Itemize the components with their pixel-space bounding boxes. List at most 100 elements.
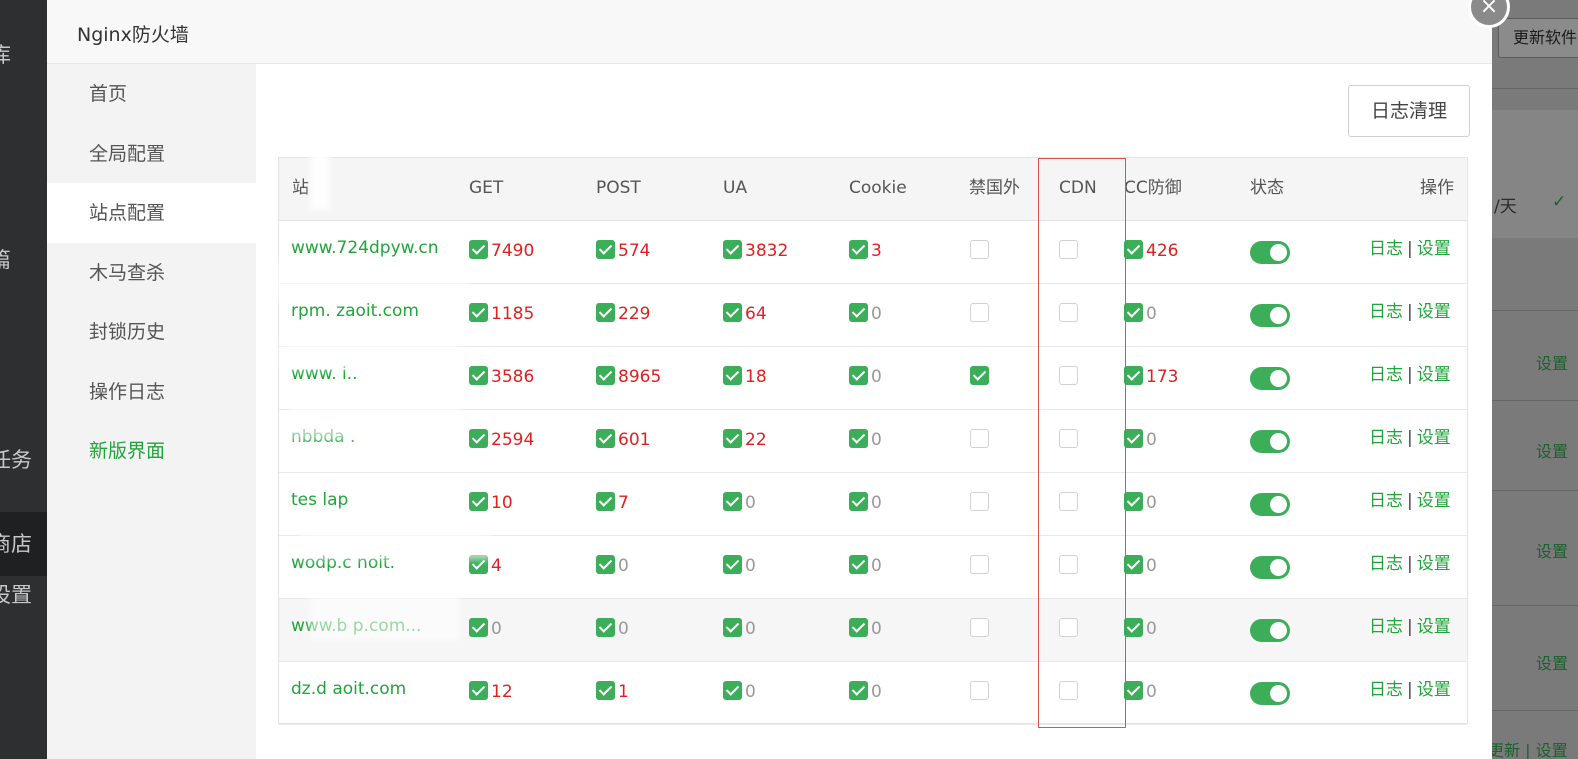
settings-link[interactable]: 设置 [1417,428,1451,448]
get-checkbox[interactable] [469,366,488,385]
ban-foreign-checkbox[interactable] [970,366,989,385]
cookie-checkbox[interactable] [849,429,868,448]
background-sidebar-item[interactable]: 库 [0,40,47,70]
cc-checkbox[interactable] [1124,366,1143,385]
cdn-checkbox[interactable] [1059,492,1078,511]
cookie-checkbox[interactable] [849,618,868,637]
post-checkbox[interactable] [596,240,615,259]
get-checkbox[interactable] [469,303,488,322]
nav-item-global-config[interactable]: 全局配置 [47,124,256,184]
settings-link[interactable]: 设置 [1417,554,1451,574]
cdn-checkbox[interactable] [1059,366,1078,385]
cc-checkbox[interactable] [1124,681,1143,700]
cc-checkbox[interactable] [1124,492,1143,511]
log-clear-button[interactable]: 日志清理 [1348,85,1470,137]
nav-item-new-ui[interactable]: 新版界面 [47,421,256,481]
nav-item-block-history[interactable]: 封锁历史 [47,302,256,362]
ban-foreign-checkbox[interactable] [970,681,989,700]
get-checkbox[interactable] [469,240,488,259]
ua-checkbox[interactable] [723,429,742,448]
ops-cell: 日志 | 设置 [1369,471,1451,534]
cdn-checkbox[interactable] [1059,555,1078,574]
get-checkbox[interactable] [469,429,488,448]
status-toggle[interactable] [1250,682,1290,705]
settings-link[interactable]: 设置 [1417,239,1451,259]
cdn-checkbox[interactable] [1059,240,1078,259]
background-sidebar-item[interactable]: 篇 [0,245,47,275]
log-link[interactable]: 日志 [1369,491,1403,511]
ban-foreign-checkbox[interactable] [970,303,989,322]
get-checkbox[interactable] [469,618,488,637]
ua-checkbox[interactable] [723,681,742,700]
cdn-checkbox[interactable] [1059,618,1078,637]
status-toggle[interactable] [1250,304,1290,327]
ua-checkbox[interactable] [723,492,742,511]
ua-checkbox[interactable] [723,240,742,259]
log-link[interactable]: 日志 [1369,365,1403,385]
log-link[interactable]: 日志 [1369,680,1403,700]
cookie-checkbox[interactable] [849,366,868,385]
settings-link[interactable]: 设置 [1417,617,1451,637]
settings-link[interactable]: 设置 [1417,491,1451,511]
ban-foreign-checkbox[interactable] [970,555,989,574]
ua-checkbox[interactable] [723,366,742,385]
status-toggle[interactable] [1250,619,1290,642]
background-settings-3[interactable]: 设置 [1536,538,1568,562]
cdn-checkbox[interactable] [1059,681,1078,700]
status-toggle[interactable] [1250,493,1290,516]
ua-checkbox[interactable] [723,618,742,637]
nav-item-trojan-scan[interactable]: 木马查杀 [47,243,256,303]
status-toggle[interactable] [1250,556,1290,579]
status-toggle[interactable] [1250,430,1290,453]
cookie-checkbox[interactable] [849,303,868,322]
cdn-checkbox[interactable] [1059,303,1078,322]
cc-checkbox[interactable] [1124,303,1143,322]
cc-checkbox[interactable] [1124,618,1143,637]
background-settings-4[interactable]: 设置 [1536,650,1568,674]
nav-item-site-config[interactable]: 站点配置 [47,183,256,243]
settings-link[interactable]: 设置 [1417,680,1451,700]
settings-link[interactable]: 设置 [1417,365,1451,385]
ban-foreign-checkbox[interactable] [970,492,989,511]
background-update-settings[interactable]: 更新 | 设置 [1488,737,1568,759]
get-checkbox[interactable] [469,681,488,700]
get-checkbox[interactable] [469,492,488,511]
post-checkbox[interactable] [596,429,615,448]
background-sidebar-item[interactable]: 任务 [0,445,47,475]
cookie-checkbox[interactable] [849,492,868,511]
post-checkbox[interactable] [596,366,615,385]
cookie-checkbox[interactable] [849,240,868,259]
ban-foreign-checkbox[interactable] [970,618,989,637]
post-checkbox[interactable] [596,492,615,511]
ua-checkbox[interactable] [723,555,742,574]
background-settings-2[interactable]: 设置 [1536,438,1568,462]
log-link[interactable]: 日志 [1369,617,1403,637]
cookie-checkbox[interactable] [849,681,868,700]
post-checkbox[interactable] [596,303,615,322]
settings-link[interactable]: 设置 [1417,302,1451,322]
site-link[interactable]: dz.d aoit.com [291,659,406,722]
background-settings-1[interactable]: 设置 [1536,350,1568,374]
ban-foreign-checkbox[interactable] [970,240,989,259]
log-link[interactable]: 日志 [1369,554,1403,574]
background-sidebar-item[interactable]: 设置 [0,580,47,610]
cc-checkbox[interactable] [1124,429,1143,448]
log-link[interactable]: 日志 [1369,428,1403,448]
log-link[interactable]: 日志 [1369,239,1403,259]
nav-item-operation-log[interactable]: 操作日志 [47,362,256,422]
cdn-checkbox[interactable] [1059,429,1078,448]
nav-item-home[interactable]: 首页 [47,64,256,124]
cc-checkbox[interactable] [1124,555,1143,574]
post-checkbox[interactable] [596,555,615,574]
status-toggle[interactable] [1250,241,1290,264]
status-toggle[interactable] [1250,367,1290,390]
log-link[interactable]: 日志 [1369,302,1403,322]
cookie-checkbox[interactable] [849,555,868,574]
cc-checkbox[interactable] [1124,240,1143,259]
background-sidebar-item[interactable]: 商店 [0,512,47,576]
background-update-button[interactable]: 更新软件 [1498,18,1578,58]
post-checkbox[interactable] [596,681,615,700]
ban-foreign-checkbox[interactable] [970,429,989,448]
post-checkbox[interactable] [596,618,615,637]
ua-checkbox[interactable] [723,303,742,322]
